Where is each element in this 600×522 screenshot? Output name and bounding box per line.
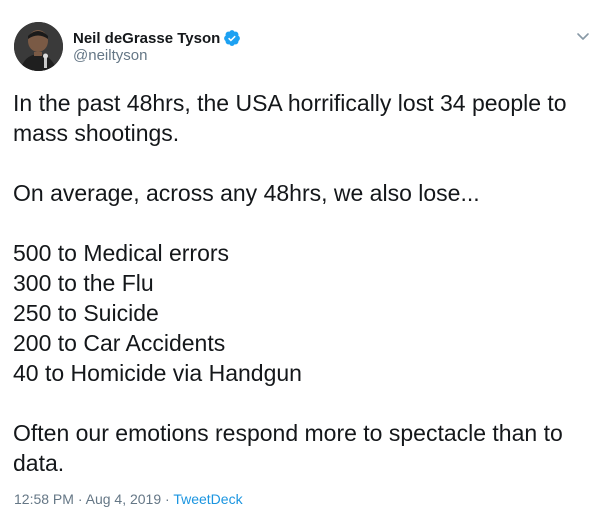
- separator: ·: [161, 491, 174, 507]
- tweet-paragraph: On average, across any 48hrs, we also lo…: [13, 180, 480, 206]
- separator: ·: [73, 491, 86, 507]
- tweet-card: Neil deGrasse Tyson @neiltyson In the pa…: [0, 0, 600, 522]
- tweet-list-item: 40 to Homicide via Handgun: [13, 360, 302, 386]
- tweet-list-item: 250 to Suicide: [13, 300, 159, 326]
- chevron-down-icon[interactable]: [575, 28, 591, 44]
- author-handle[interactable]: @neiltyson: [73, 47, 147, 64]
- tweet-text: In the past 48hrs, the USA horrifically …: [13, 88, 588, 478]
- verified-badge-icon: [223, 29, 241, 47]
- tweet-time[interactable]: 12:58 PM: [14, 491, 74, 507]
- tweet-source-link[interactable]: TweetDeck: [173, 491, 242, 507]
- tweet-list-item: 500 to Medical errors: [13, 240, 230, 266]
- avatar[interactable]: [14, 22, 63, 71]
- profile-photo-icon: [14, 22, 63, 71]
- author-name-row[interactable]: Neil deGrasse Tyson: [73, 28, 241, 48]
- tweet-paragraph: In the past 48hrs, the USA horrifically …: [13, 90, 567, 146]
- tweet-list-item: 200 to Car Accidents: [13, 330, 226, 356]
- tweet-date[interactable]: Aug 4, 2019: [86, 491, 162, 507]
- tweet-list-item: 300 to the Flu: [13, 270, 154, 296]
- tweet-paragraph: Often our emotions respond more to spect…: [13, 420, 563, 476]
- author-display-name[interactable]: Neil deGrasse Tyson: [73, 30, 220, 47]
- tweet-metadata: 12:58 PM · Aug 4, 2019 · TweetDeck: [14, 491, 243, 507]
